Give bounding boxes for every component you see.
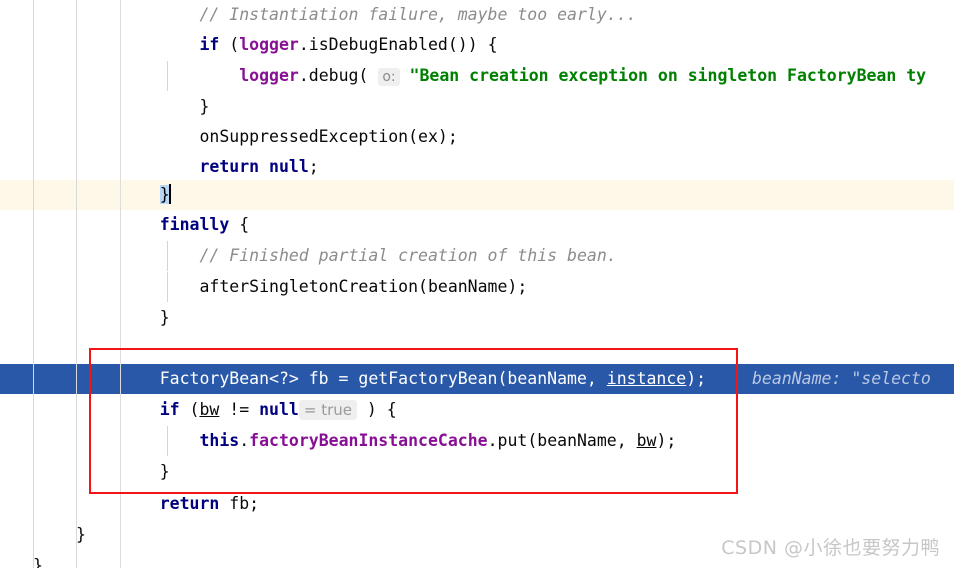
code-token: ); bbox=[656, 431, 677, 450]
keyword-token: return null bbox=[199, 157, 309, 176]
code-token: ( bbox=[219, 35, 240, 54]
code-token: } bbox=[120, 308, 170, 327]
code-line-text: logger.debug( o: "Bean creation exceptio… bbox=[120, 61, 926, 92]
code-line-text: this.factoryBeanInstanceCache.put(beanNa… bbox=[120, 426, 676, 456]
code-line[interactable]: afterSingletonCreation(beanName); bbox=[0, 272, 954, 302]
code-line-text: } bbox=[120, 303, 170, 333]
code-line[interactable]: } bbox=[0, 180, 954, 210]
code-line-text: } bbox=[120, 457, 170, 487]
code-line[interactable]: FactoryBean<?> fb = getFactoryBean(beanN… bbox=[0, 364, 954, 394]
code-line-text: FactoryBean<?> fb = getFactoryBean(beanN… bbox=[120, 364, 706, 394]
keyword-token: this bbox=[199, 431, 240, 450]
code-editor[interactable]: // Instantiation failure, maybe too earl… bbox=[0, 0, 954, 568]
code-token: } bbox=[120, 462, 170, 481]
code-line[interactable]: finally { bbox=[0, 210, 954, 240]
code-line[interactable]: onSuppressedException(ex); bbox=[0, 122, 954, 152]
code-token: . bbox=[239, 431, 250, 450]
field-token: logger bbox=[239, 66, 299, 85]
code-line[interactable]: this.factoryBeanInstanceCache.put(beanNa… bbox=[0, 426, 954, 456]
code-line[interactable]: // Finished partial creation of this bea… bbox=[0, 241, 954, 271]
comment-token: // Finished partial creation of this bea… bbox=[120, 246, 617, 265]
keyword-token: if bbox=[199, 35, 220, 54]
code-token: ) { bbox=[356, 400, 397, 419]
keyword-token: null bbox=[259, 400, 299, 419]
code-token: .debug( bbox=[298, 66, 379, 85]
code-line[interactable]: } bbox=[0, 457, 954, 487]
code-token: afterSingletonCreation(beanName); bbox=[120, 277, 528, 296]
keyword-token: return bbox=[120, 494, 220, 513]
code-token: != bbox=[219, 400, 260, 419]
code-token: { bbox=[229, 215, 250, 234]
code-line[interactable]: return null; bbox=[0, 152, 954, 182]
code-line-text: } bbox=[120, 92, 209, 122]
code-line-text: } bbox=[76, 520, 86, 550]
code-line[interactable]: return fb; bbox=[0, 489, 954, 519]
selected-token: ); bbox=[686, 369, 707, 388]
code-token: } bbox=[76, 525, 86, 544]
keyword-token: if bbox=[120, 400, 180, 419]
code-token: fb; bbox=[219, 494, 260, 513]
code-line-text: } bbox=[33, 551, 43, 568]
code-line[interactable]: } bbox=[0, 92, 954, 122]
code-line[interactable]: if (bw != null = true ) { bbox=[0, 395, 954, 425]
code-token: } bbox=[120, 97, 210, 116]
code-line-text: return null; bbox=[120, 152, 319, 182]
code-token: ( bbox=[179, 400, 200, 419]
code-line-text: return fb; bbox=[120, 489, 259, 519]
code-line[interactable] bbox=[0, 334, 954, 364]
debug-value-chip: = true bbox=[298, 400, 357, 420]
code-token: .put(beanName, bbox=[487, 431, 637, 450]
code-line-text: } bbox=[120, 180, 171, 210]
code-line-text: // Finished partial creation of this bea… bbox=[120, 241, 617, 271]
keyword-token: finally bbox=[159, 215, 230, 234]
inline-debugger-value: beanName: "selecto bbox=[752, 369, 931, 388]
code-token: onSuppressedException(ex); bbox=[120, 127, 458, 146]
text-caret bbox=[168, 184, 171, 204]
selected-token: FactoryBean<?> fb = getFactoryBean(beanN… bbox=[120, 369, 607, 388]
code-token: } bbox=[33, 556, 43, 568]
code-line[interactable]: logger.debug( o: "Bean creation exceptio… bbox=[0, 61, 954, 91]
field-token: logger bbox=[239, 35, 299, 54]
parameter-hint-chip: o: bbox=[378, 68, 400, 86]
code-line[interactable]: // Instantiation failure, maybe too earl… bbox=[0, 0, 954, 30]
code-line-text: onSuppressedException(ex); bbox=[120, 122, 458, 152]
code-line[interactable]: if (logger.isDebugEnabled()) { bbox=[0, 30, 954, 60]
code-line-text: if (bw != null = true ) { bbox=[120, 395, 397, 425]
variable-token: bw bbox=[199, 400, 220, 419]
string-token: "Bean creation exception on singleton Fa… bbox=[409, 66, 927, 85]
code-token: .isDebugEnabled()) { bbox=[298, 35, 498, 54]
code-token: ; bbox=[308, 157, 319, 176]
code-line-text: afterSingletonCreation(beanName); bbox=[120, 272, 527, 302]
field-token: factoryBeanInstanceCache bbox=[249, 431, 488, 450]
code-line-text: if (logger.isDebugEnabled()) { bbox=[120, 30, 498, 60]
selected-variable-token: instance bbox=[606, 369, 687, 388]
comment-token: // Instantiation failure, maybe too earl… bbox=[120, 5, 637, 24]
code-line-text: finally { bbox=[120, 210, 249, 240]
csdn-watermark: CSDN @小徐也要努力鸭 bbox=[721, 537, 940, 559]
code-line-text: // Instantiation failure, maybe too earl… bbox=[120, 0, 637, 30]
code-line[interactable]: } bbox=[0, 303, 954, 333]
variable-token: bw bbox=[636, 431, 657, 450]
